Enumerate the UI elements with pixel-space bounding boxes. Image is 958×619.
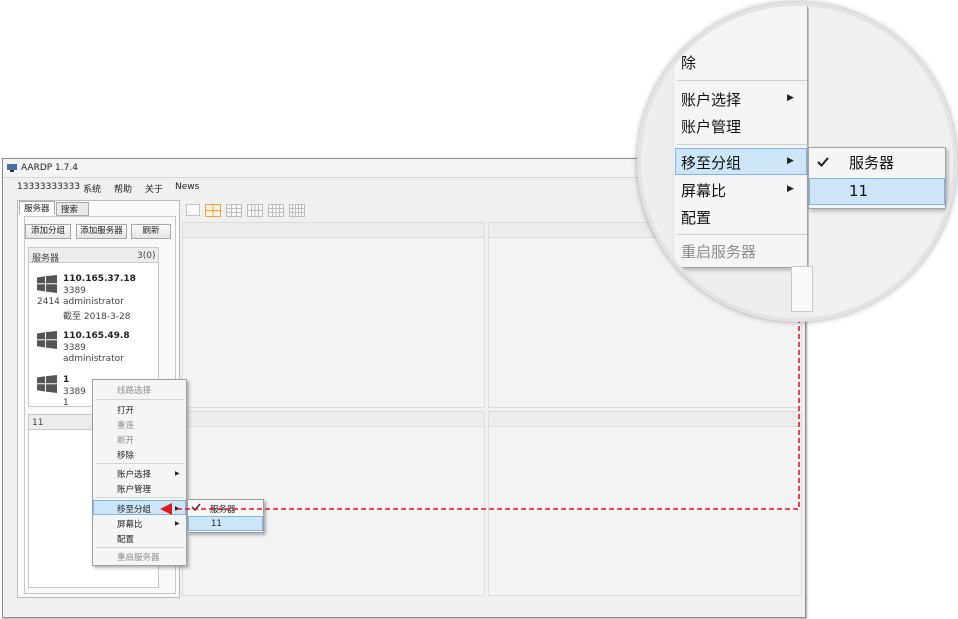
- menu-news[interactable]: News: [175, 182, 199, 192]
- menu-item-route-select[interactable]: 线路选择: [117, 384, 151, 396]
- menu-account[interactable]: 13333333333: [17, 182, 80, 192]
- submenu-arrow-icon: ▶: [787, 184, 794, 194]
- zoom-item-move-to-group: 移至分组: [681, 154, 742, 172]
- submenu-arrow-icon: ▶: [175, 520, 180, 527]
- zoom-submenu-11: 11: [849, 182, 869, 200]
- zoom-item-account-manage: 账户管理: [681, 118, 742, 136]
- submenu-arrow-icon: ▶: [175, 505, 180, 512]
- zoom-item-restart-server: 重启服务器: [681, 243, 757, 261]
- server-id: 2414: [37, 297, 60, 307]
- menu-separator: [677, 80, 807, 81]
- app-icon: [7, 164, 17, 172]
- menu-system[interactable]: 系统: [83, 182, 101, 195]
- server-port: 3389: [63, 286, 86, 296]
- group-name: 11: [32, 418, 44, 428]
- server-user: administrator: [63, 297, 124, 307]
- windows-icon: [37, 331, 57, 349]
- submenu-arrow-icon: ▶: [175, 470, 180, 477]
- submenu-highlight: [188, 516, 263, 531]
- zoom-magnifier: 除 账户选择 ▶ 账户管理 移至分组 ▶ 屏幕比 ▶ 配置 重启服务器 服务器 …: [637, 2, 957, 322]
- menu-separator: [96, 497, 184, 498]
- menu-separator: [96, 547, 184, 548]
- menu-item-reconnect[interactable]: 重连: [117, 419, 134, 431]
- zoom-item-account-select: 账户选择: [681, 91, 742, 109]
- server-ip[interactable]: 1: [63, 375, 69, 385]
- menu-about[interactable]: 关于: [145, 182, 163, 195]
- menu-item-account-manage[interactable]: 账户管理: [117, 483, 151, 495]
- menu-item-open[interactable]: 打开: [117, 404, 134, 416]
- add-group-button[interactable]: 添加分组: [25, 224, 71, 239]
- submenu-item-servers[interactable]: 服务器: [210, 503, 236, 515]
- menu-item-screen-ratio[interactable]: 屏幕比: [117, 518, 143, 530]
- layout-4x3-icon[interactable]: [247, 204, 263, 217]
- zoom-submenu-highlight: [809, 178, 945, 205]
- zoomed-scroll-area: [791, 266, 813, 312]
- windows-icon: [37, 375, 57, 393]
- menu-separator: [677, 234, 807, 235]
- check-icon: [817, 157, 829, 167]
- submenu-arrow-icon: ▶: [787, 93, 794, 103]
- menu-separator: [677, 144, 807, 145]
- group-count: 3(0): [137, 251, 156, 261]
- submenu-item-11[interactable]: 11: [211, 519, 222, 529]
- menu-item-move-to-group[interactable]: 移至分组: [117, 503, 151, 515]
- layout-5x4-icon[interactable]: [289, 204, 305, 217]
- menu-separator: [96, 463, 184, 464]
- server-user: administrator: [63, 354, 124, 364]
- layout-1x1-icon[interactable]: [186, 204, 200, 216]
- menu-item-restart-server[interactable]: 重启服务器: [117, 551, 160, 563]
- add-server-button[interactable]: 添加服务器: [76, 224, 127, 239]
- menu-item-config[interactable]: 配置: [117, 533, 134, 545]
- menu-help[interactable]: 帮助: [114, 182, 132, 195]
- server-port: 3389: [63, 343, 86, 353]
- server-expiry: 截至 2018-3-28: [63, 312, 131, 322]
- zoom-item-screen-ratio: 屏幕比: [681, 182, 727, 200]
- check-icon: [191, 503, 201, 512]
- menu-item-remove[interactable]: 移除: [117, 449, 134, 461]
- menu-item-disconnect[interactable]: 断开: [117, 434, 134, 446]
- server-port: 3389: [63, 387, 86, 397]
- menu-item-account-select[interactable]: 账户选择: [117, 468, 151, 480]
- submenu-arrow-icon: ▶: [787, 156, 794, 166]
- zoom-item-remove: 除: [681, 54, 697, 72]
- windows-icon: [37, 275, 57, 293]
- zoom-item-config: 配置: [681, 209, 712, 227]
- menu-separator: [96, 399, 184, 400]
- server-user: 1: [63, 398, 69, 408]
- layout-3x3-icon[interactable]: [226, 204, 242, 217]
- layout-2x2-icon[interactable]: [205, 204, 221, 217]
- server-ip[interactable]: 110.165.49.8: [63, 331, 130, 341]
- zoom-submenu-servers: 服务器: [849, 154, 895, 172]
- window-title: AARDP 1.7.4: [21, 163, 78, 173]
- refresh-button[interactable]: 刷新: [131, 224, 171, 239]
- zoomed-context-menu: [674, 6, 808, 268]
- layout-4x4-icon[interactable]: [268, 204, 284, 217]
- tab-servers[interactable]: 服务器: [19, 201, 55, 215]
- tab-search[interactable]: 搜索: [56, 202, 89, 216]
- session-pane[interactable]: [182, 222, 485, 408]
- group-name: 服务器: [32, 254, 60, 264]
- server-ip[interactable]: 110.165.37.18: [63, 274, 136, 284]
- session-pane[interactable]: [488, 411, 802, 596]
